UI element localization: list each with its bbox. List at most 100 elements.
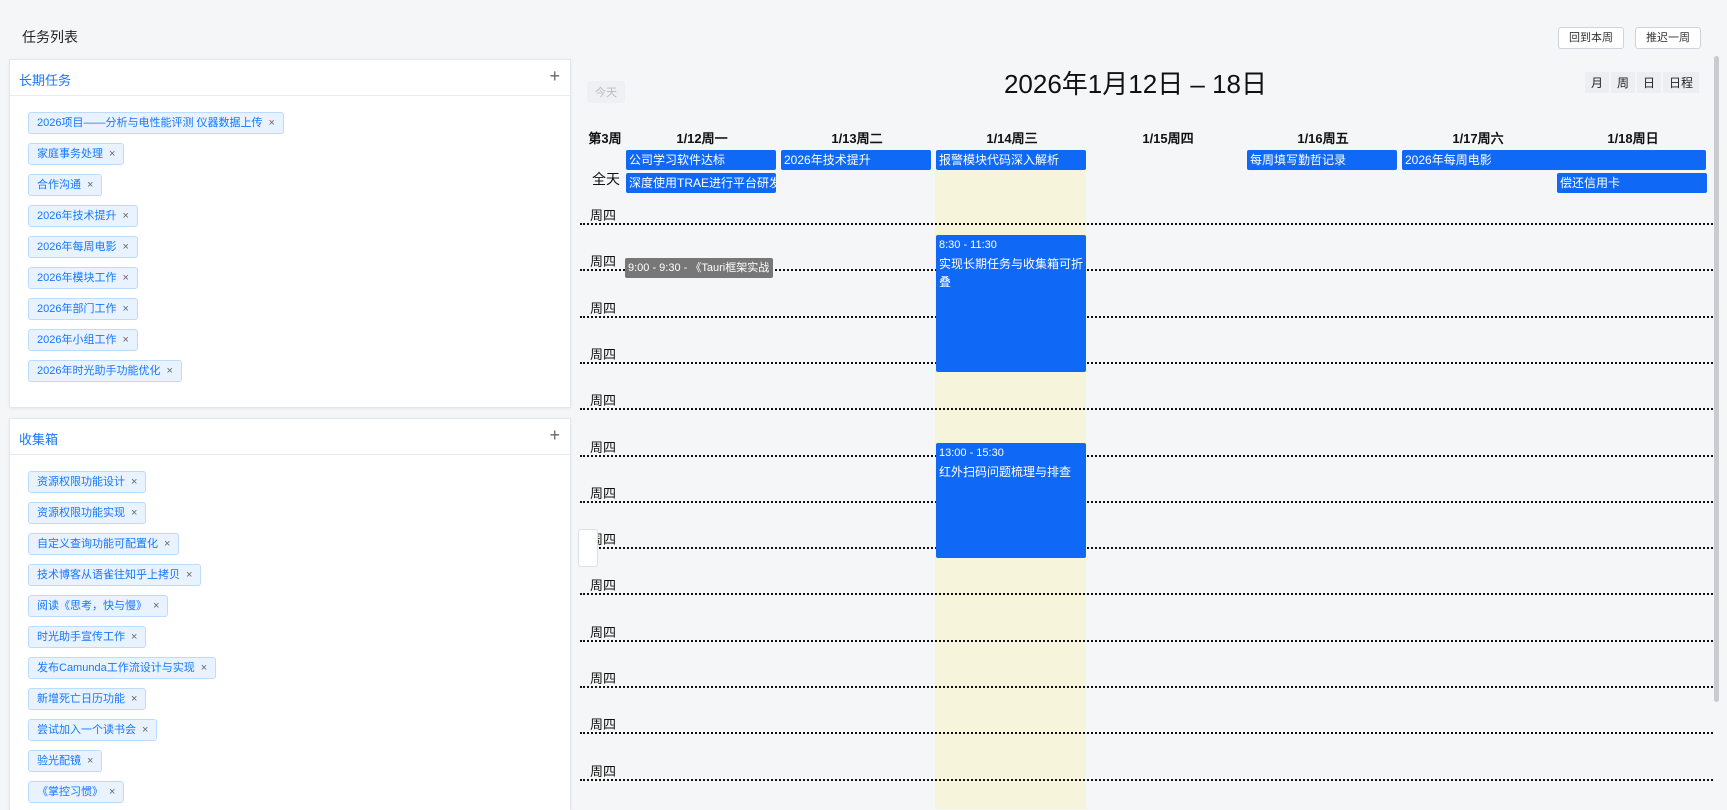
close-icon[interactable]: × <box>87 755 93 767</box>
long-term-tag[interactable]: 2026项目——分析与电性能评测 仪器数据上传 × <box>28 112 284 134</box>
add-inbox-plus-icon[interactable]: + <box>549 426 560 444</box>
long-term-tag-label: 合作沟通 <box>37 179 81 191</box>
day-header[interactable]: 1/13周二 <box>780 128 934 147</box>
all-day-event[interactable]: 2026年每周电影 <box>1402 150 1706 170</box>
all-day-event[interactable]: 每周填写勤哲记录 <box>1247 150 1397 170</box>
close-icon[interactable]: × <box>164 538 170 550</box>
long-term-tag-label: 家庭事务处理 <box>37 148 103 160</box>
inbox-tag[interactable]: 自定义查询功能可配置化 × <box>28 533 180 555</box>
view-day-button[interactable]: 日 <box>1636 72 1661 93</box>
close-icon[interactable]: × <box>122 210 128 222</box>
inbox-tag-label: 验光配镜 <box>37 755 81 767</box>
timed-event-scan-issue[interactable]: 13:00 - 15:30 红外扫码问题梳理与排查 <box>936 443 1086 558</box>
inbox-tag-list: 资源权限功能设计 × 资源权限功能实现 × 自定义查询功能可配置化 × 技术博客从语雀往知乎… <box>10 455 570 803</box>
add-long-term-plus-icon[interactable]: + <box>549 67 560 85</box>
close-icon[interactable]: × <box>122 241 128 253</box>
all-day-event[interactable]: 公司学习软件达标 <box>626 150 776 170</box>
inbox-tag[interactable]: 阅读《思考，快与慢》 × <box>28 595 169 617</box>
event-title: 实现长期任务与收集箱可折叠 <box>939 257 1084 289</box>
long-term-tag-label: 2026项目——分析与电性能评测 仪器数据上传 <box>37 117 263 129</box>
close-icon[interactable]: × <box>87 179 93 191</box>
close-icon[interactable]: × <box>131 693 137 705</box>
close-icon[interactable]: × <box>153 600 159 612</box>
time-slot-label: 周四 <box>590 671 617 686</box>
top-bar: 任务列表 回到本周 推迟一周 <box>0 0 1727 56</box>
close-icon[interactable]: × <box>201 662 207 674</box>
long-term-tag-label: 2026年技术提升 <box>37 210 117 222</box>
inbox-title: 收集箱 <box>19 432 59 447</box>
day-header[interactable]: 1/15周四 <box>1091 128 1245 147</box>
close-icon[interactable]: × <box>131 631 137 643</box>
close-icon[interactable]: × <box>131 476 137 488</box>
close-icon[interactable]: × <box>122 272 128 284</box>
time-slot-divider <box>580 593 1713 596</box>
long-term-tag[interactable]: 合作沟通 × <box>28 174 103 196</box>
view-agenda-button[interactable]: 日程 <box>1662 72 1699 93</box>
time-slot-divider <box>580 315 1713 318</box>
long-term-tag[interactable]: 2026年时光助手功能优化 × <box>28 360 182 382</box>
inbox-tag-label: 自定义查询功能可配置化 <box>37 538 158 550</box>
close-icon[interactable]: × <box>109 148 115 160</box>
all-day-event[interactable]: 深度使用TRAE进行平台研发 <box>626 173 776 193</box>
long-term-tag[interactable]: 2026年小组工作 × <box>28 329 138 351</box>
inbox-tag[interactable]: 技术博客从语雀往知乎上拷贝 × <box>28 564 202 586</box>
view-switcher: 月 周 日 日程 <box>1584 72 1699 93</box>
day-header[interactable]: 1/17周六 <box>1401 128 1555 147</box>
calendar-title: 2026年1月12日 – 18日 <box>1003 69 1268 99</box>
timed-event-tauri[interactable]: 9:00 - 9:30 - 《Tauri框架实战 <box>625 258 773 278</box>
inbox-tag[interactable]: 发布Camunda工作流设计与实现 × <box>28 657 217 679</box>
all-day-event[interactable]: 偿还信用卡 <box>1557 173 1707 193</box>
inbox-tag[interactable]: 《掌控习惯》 × <box>28 781 125 803</box>
panel-collapse-handle[interactable] <box>578 529 598 567</box>
day-header[interactable]: 1/12周一 <box>625 128 779 147</box>
calendar-scrollbar[interactable] <box>1714 56 1719 702</box>
close-icon[interactable]: × <box>142 724 148 736</box>
all-day-event[interactable]: 报警模块代码深入解析 <box>936 150 1086 170</box>
time-slot-label: 周四 <box>590 300 617 316</box>
close-icon[interactable]: × <box>269 117 275 129</box>
long-term-tag[interactable]: 2026年技术提升 × <box>28 205 138 227</box>
long-term-panel: 长期任务 + 2026项目——分析与电性能评测 仪器数据上传 × 家庭事务处理 × 合作… <box>9 59 571 408</box>
long-term-tag[interactable]: 2026年部门工作 × <box>28 298 138 320</box>
long-term-tag[interactable]: 2026年模块工作 × <box>28 267 138 289</box>
inbox-header: 收集箱 + <box>10 419 570 455</box>
view-month-button[interactable]: 月 <box>1584 72 1609 93</box>
inbox-tag[interactable]: 新增死亡日历功能 × <box>28 688 147 710</box>
time-slot-label: 周四 <box>590 208 617 223</box>
time-slot-divider <box>580 408 1713 411</box>
day-header[interactable]: 1/14周三 <box>935 128 1089 147</box>
inbox-tag-label: 技术博客从语雀往知乎上拷贝 <box>37 569 180 581</box>
close-icon[interactable]: × <box>122 303 128 315</box>
timed-event-collapse-feature[interactable]: 8:30 - 11:30 实现长期任务与收集箱可折叠 <box>936 235 1086 372</box>
time-slot-divider <box>580 454 1713 457</box>
inbox-tag[interactable]: 资源权限功能实现 × <box>28 502 147 524</box>
close-icon[interactable]: × <box>131 507 137 519</box>
time-slot-divider <box>580 778 1713 781</box>
inbox-tag-label: 发布Camunda工作流设计与实现 <box>37 662 195 674</box>
inbox-tag-label: 阅读《思考，快与慢》 <box>37 600 147 612</box>
long-term-tag[interactable]: 2026年每周电影 × <box>28 236 138 258</box>
long-term-tag-label: 2026年每周电影 <box>37 241 117 253</box>
inbox-tag[interactable]: 资源权限功能设计 × <box>28 471 147 493</box>
close-icon[interactable]: × <box>109 786 115 798</box>
view-week-button[interactable]: 周 <box>1610 72 1635 93</box>
time-slot-label: 周四 <box>590 439 617 455</box>
back-to-this-week-button[interactable]: 回到本周 <box>1558 27 1624 49</box>
inbox-tag-label: 新增死亡日历功能 <box>37 693 125 705</box>
long-term-tag-list: 2026项目——分析与电性能评测 仪器数据上传 × 家庭事务处理 × 合作沟通 × 2026… <box>10 96 570 382</box>
long-term-tag[interactable]: 家庭事务处理 × <box>28 143 125 165</box>
long-term-tag-label: 2026年模块工作 <box>37 272 117 284</box>
close-icon[interactable]: × <box>122 334 128 346</box>
day-header[interactable]: 1/16周五 <box>1246 128 1400 147</box>
all-day-event[interactable]: 2026年技术提升 <box>781 150 931 170</box>
close-icon[interactable]: × <box>166 365 172 377</box>
long-term-header: 长期任务 + <box>10 60 570 96</box>
time-slot-label: 周四 <box>590 717 617 733</box>
day-header[interactable]: 1/18周日 <box>1556 128 1710 147</box>
inbox-tag[interactable]: 时光助手宣传工作 × <box>28 626 147 648</box>
close-icon[interactable]: × <box>186 569 192 581</box>
inbox-tag[interactable]: 验光配镜 × <box>28 750 103 772</box>
postpone-week-button[interactable]: 推迟一周 <box>1635 27 1701 49</box>
inbox-tag[interactable]: 尝试加入一个读书会 × <box>28 719 158 741</box>
page-title: 任务列表 <box>22 29 78 45</box>
